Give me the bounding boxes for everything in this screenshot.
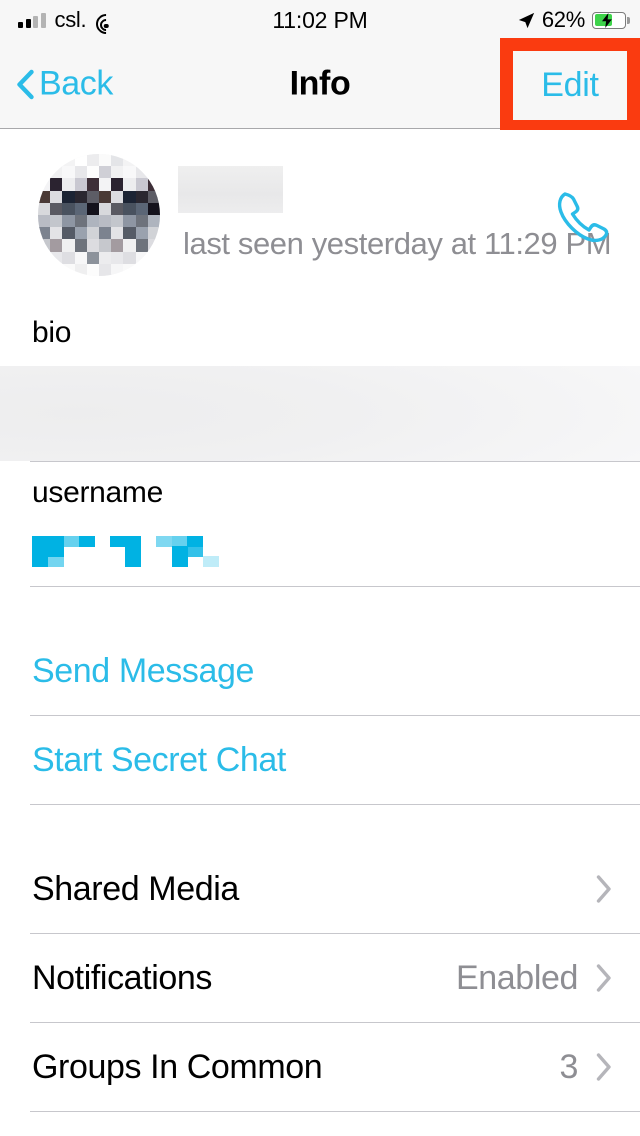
location-arrow-icon <box>518 12 535 28</box>
contact-info-screen: csl. 11:02 PM 62% Back Info Edit last se… <box>0 0 640 1136</box>
navigation-bar: Back Info Edit <box>0 38 640 133</box>
notifications-value: Enabled <box>456 958 578 997</box>
separator <box>30 1111 640 1112</box>
shared-media-row[interactable]: Shared Media <box>0 845 640 933</box>
chevron-right-icon <box>596 964 611 992</box>
profile-header: last seen yesterday at 11:29 PM <box>0 130 640 302</box>
status-bar-left: csl. <box>0 7 243 39</box>
avatar[interactable] <box>38 154 160 276</box>
chevron-right-icon <box>596 875 611 903</box>
status-bar-clock: 11:02 PM <box>272 6 368 33</box>
edit-button[interactable]: Edit <box>513 51 627 120</box>
notifications-row[interactable]: Notifications Enabled <box>0 934 640 1022</box>
page-title: Info <box>289 64 351 103</box>
username-value-redacted <box>32 526 222 572</box>
info-content: last seen yesterday at 11:29 PM bio user… <box>0 130 640 1136</box>
edit-button-label: Edit <box>541 66 599 104</box>
groups-in-common-value: 3 <box>559 1047 578 1086</box>
section-gap <box>0 587 640 627</box>
battery-percent-label: 62% <box>541 7 585 32</box>
last-seen-status: last seen yesterday at 11:29 PM <box>183 226 612 261</box>
chevron-left-icon <box>17 69 34 99</box>
status-bar: csl. 11:02 PM 62% <box>0 0 640 40</box>
back-button-label: Back <box>39 64 113 103</box>
phone-call-icon[interactable] <box>552 188 612 248</box>
username-label: username <box>32 476 164 509</box>
send-message-row[interactable]: Send Message <box>0 627 640 715</box>
start-secret-chat-label: Start Secret Chat <box>32 740 286 779</box>
contact-name-redacted <box>178 166 283 213</box>
chevron-right-icon <box>596 1053 611 1081</box>
back-button[interactable]: Back <box>16 65 113 104</box>
lightning-bolt-icon <box>602 12 612 28</box>
battery-charging-icon <box>592 11 630 29</box>
signal-bars-icon <box>18 12 46 28</box>
bio-field[interactable]: bio <box>0 302 640 461</box>
status-bar-right: 62% <box>397 7 640 33</box>
bio-value-redacted <box>0 366 640 461</box>
carrier-label: csl. <box>54 7 87 32</box>
bio-label: bio <box>32 316 72 349</box>
wifi-icon <box>92 9 121 39</box>
groups-in-common-row[interactable]: Groups In Common 3 <box>0 1023 640 1111</box>
notifications-label: Notifications <box>32 958 212 997</box>
edit-button-highlight: Edit <box>500 38 640 133</box>
status-bar-center: 11:02 PM <box>243 7 397 34</box>
shared-media-label: Shared Media <box>32 869 239 908</box>
username-field[interactable]: username <box>0 462 640 572</box>
start-secret-chat-row[interactable]: Start Secret Chat <box>0 716 640 804</box>
section-gap <box>0 805 640 845</box>
send-message-label: Send Message <box>32 651 255 690</box>
groups-in-common-label: Groups In Common <box>32 1047 323 1086</box>
